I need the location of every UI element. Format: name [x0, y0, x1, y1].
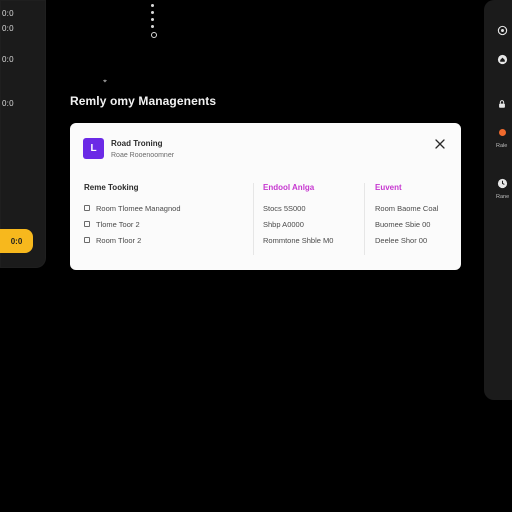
settings-icon[interactable]	[496, 24, 508, 36]
list-item-label: Shbp A0000	[263, 219, 304, 229]
cursor-icon: ⌖	[103, 78, 107, 85]
status-label: Rale	[496, 143, 508, 149]
list-item-label: Stocs 5S000	[263, 203, 306, 213]
list-item: Deelee Shor 00	[375, 232, 455, 248]
rooms-column: Reme Tooking Room Tlomee Managnod Tlome …	[84, 183, 252, 263]
left-stat-3: 0:0	[2, 55, 14, 64]
home-icon[interactable]	[496, 53, 508, 65]
list-item-label: Tlome Toor 2	[96, 219, 140, 229]
lock-icon[interactable]	[496, 98, 508, 110]
list-item[interactable]: Room Tlomee Managnod	[84, 200, 252, 216]
left-action-button[interactable]: 0:0	[0, 229, 33, 253]
close-icon	[435, 139, 445, 149]
list-item-label: Buomee Sbie 00	[375, 219, 431, 229]
checkbox-icon[interactable]	[84, 221, 90, 227]
left-stat-2: 0:0	[2, 24, 14, 33]
column-header: Reme Tooking	[84, 183, 139, 192]
checkbox-icon[interactable]	[84, 205, 90, 211]
amounts-column: Endool Anlga Stocs 5S000 Shbp A0000 Romm…	[263, 183, 363, 263]
close-button[interactable]	[433, 137, 447, 151]
left-side-panel: 0:0 0:0 0:0 0:0 0:0	[0, 0, 46, 268]
list-item[interactable]: Room Tloor 2	[84, 232, 252, 248]
list-item-label: Room Tlomee Managnod	[96, 203, 181, 213]
modal-title: Road Troning	[111, 139, 163, 148]
status-dot-icon[interactable]	[496, 126, 508, 138]
checkbox-icon[interactable]	[84, 237, 90, 243]
clock-label: Rane	[496, 194, 510, 200]
list-item-label: Deelee Shor 00	[375, 235, 428, 245]
more-vertical-icon[interactable]	[150, 4, 157, 40]
clock-icon[interactable]	[496, 177, 508, 189]
event-column: Euvent Room Baome Coal Buomee Sbie 00 De…	[375, 183, 455, 263]
left-stat-4: 0:0	[2, 99, 14, 108]
page-title: Remly omy Managenents	[70, 94, 217, 108]
list-item: Room Baome Coal	[375, 200, 455, 216]
column-divider	[364, 183, 365, 255]
column-divider	[253, 183, 254, 255]
booking-modal: L Road Troning Roae Rooenoomner Reme Too…	[70, 123, 461, 270]
left-stat-1: 0:0	[2, 9, 14, 18]
right-side-panel: Rale Rane	[484, 0, 512, 400]
modal-subtitle: Roae Rooenoomner	[111, 152, 175, 159]
list-item-label: Room Baome Coal	[375, 203, 439, 213]
list-item: Stocs 5S000	[263, 200, 363, 216]
list-item: Buomee Sbie 00	[375, 216, 455, 232]
column-header: Euvent	[375, 183, 402, 192]
list-item-label: Rommtone Shble M0	[263, 235, 334, 245]
list-item-label: Room Tloor 2	[96, 235, 142, 245]
app-icon: L	[83, 138, 104, 159]
column-header: Endool Anlga	[263, 183, 315, 192]
list-item: Shbp A0000	[263, 216, 363, 232]
list-item[interactable]: Tlome Toor 2	[84, 216, 252, 232]
list-item: Rommtone Shble M0	[263, 232, 363, 248]
